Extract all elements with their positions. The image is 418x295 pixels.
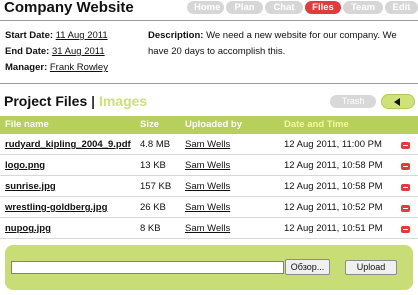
manager-link[interactable]: Frank Rowley bbox=[50, 62, 108, 73]
tab-chat[interactable]: Chat bbox=[265, 1, 303, 14]
table-row: sunrise.jpg 157 KB Sam Wells 12 Aug 2011… bbox=[0, 177, 418, 197]
column-size[interactable]: Size bbox=[140, 119, 159, 130]
column-uploaded-by[interactable]: Uploaded by bbox=[185, 119, 242, 130]
header: Company Website Home Plan Chat Files Tea… bbox=[0, 0, 418, 18]
file-name-link[interactable]: nupog.jpg bbox=[5, 223, 51, 234]
table-row: wrestling-goldberg.jpg 26 KB Sam Wells 1… bbox=[0, 198, 418, 218]
project-description: Description: We need a new website for o… bbox=[148, 28, 410, 60]
delete-icon[interactable] bbox=[401, 205, 410, 212]
images-view-link[interactable]: Images bbox=[99, 93, 147, 109]
app-title: Company Website bbox=[4, 0, 134, 16]
uploader-link[interactable]: Sam Wells bbox=[185, 181, 230, 192]
file-size: 13 KB bbox=[140, 160, 166, 171]
browse-button[interactable]: Обзор... bbox=[285, 259, 330, 275]
upload-date: 12 Aug 2011, 10:58 PM bbox=[284, 160, 383, 171]
table-row: nupog.jpg 8 KB Sam Wells 12 Aug 2011, 10… bbox=[0, 219, 418, 239]
section-title: Project Files | Images bbox=[4, 93, 147, 109]
manager-label: Manager: bbox=[5, 62, 48, 73]
file-name-link[interactable]: logo.png bbox=[5, 160, 45, 171]
end-date-link[interactable]: 31 Aug 2011 bbox=[52, 46, 105, 57]
delete-icon[interactable] bbox=[401, 163, 410, 170]
tab-plan[interactable]: Plan bbox=[226, 1, 263, 14]
column-file-name[interactable]: File name bbox=[5, 119, 49, 130]
table-row: logo.png 13 KB Sam Wells 12 Aug 2011, 10… bbox=[0, 156, 418, 176]
upload-date: 12 Aug 2011, 11:00 PM bbox=[284, 139, 382, 150]
uploader-link[interactable]: Sam Wells bbox=[185, 223, 230, 234]
tab-files[interactable]: Files bbox=[305, 1, 341, 14]
uploader-link[interactable]: Sam Wells bbox=[185, 160, 230, 171]
description-label: Description: bbox=[148, 30, 204, 41]
header-divider bbox=[0, 20, 418, 21]
start-date-link[interactable]: 11 Aug 2011 bbox=[56, 30, 108, 41]
upload-button[interactable]: Upload bbox=[345, 260, 397, 275]
upload-panel: Обзор... Upload bbox=[5, 245, 413, 290]
tab-team[interactable]: Team bbox=[343, 1, 383, 14]
file-name-link[interactable]: wrestling-goldberg.jpg bbox=[5, 202, 107, 213]
delete-icon[interactable] bbox=[401, 184, 410, 191]
table-header: File name Size Uploaded by Date and Time bbox=[0, 116, 418, 134]
project-files-heading: Project Files bbox=[4, 93, 88, 109]
upload-date: 12 Aug 2011, 10:52 PM bbox=[284, 202, 383, 213]
file-name-link[interactable]: rudyard_kipling_2004_9.pdf bbox=[5, 139, 131, 150]
end-date-label: End Date: bbox=[5, 46, 50, 57]
file-size: 157 KB bbox=[140, 181, 172, 192]
start-date-label: Start Date: bbox=[5, 30, 54, 41]
upload-date: 12 Aug 2011, 10:51 PM bbox=[284, 223, 383, 234]
table-row: rudyard_kipling_2004_9.pdf 4.8 MB Sam We… bbox=[0, 135, 418, 155]
tab-edit[interactable]: Edit bbox=[385, 1, 418, 14]
collapse-toggle-button[interactable] bbox=[381, 94, 415, 109]
tab-home[interactable]: Home bbox=[187, 1, 224, 14]
file-name-link[interactable]: sunrise.jpg bbox=[5, 181, 56, 192]
upload-date: 12 Aug 2011, 10:58 PM bbox=[284, 181, 383, 192]
project-meta: Start Date: 11 Aug 2011 End Date: 31 Aug… bbox=[5, 28, 108, 76]
column-date-time[interactable]: Date and Time bbox=[284, 119, 349, 130]
trash-button[interactable]: Trash bbox=[330, 95, 376, 108]
uploader-link[interactable]: Sam Wells bbox=[185, 139, 230, 150]
uploader-link[interactable]: Sam Wells bbox=[185, 202, 230, 213]
section-separator: | bbox=[91, 93, 96, 109]
file-path-input[interactable] bbox=[11, 261, 284, 274]
file-size: 26 KB bbox=[140, 202, 166, 213]
delete-icon[interactable] bbox=[401, 142, 410, 149]
tab-bar: Home Plan Chat Files Team Edit bbox=[187, 1, 418, 14]
file-size: 4.8 MB bbox=[140, 139, 171, 150]
delete-icon[interactable] bbox=[401, 226, 410, 233]
arrow-left-icon bbox=[394, 98, 400, 106]
file-size: 8 KB bbox=[140, 223, 161, 234]
meta-divider bbox=[0, 83, 418, 84]
